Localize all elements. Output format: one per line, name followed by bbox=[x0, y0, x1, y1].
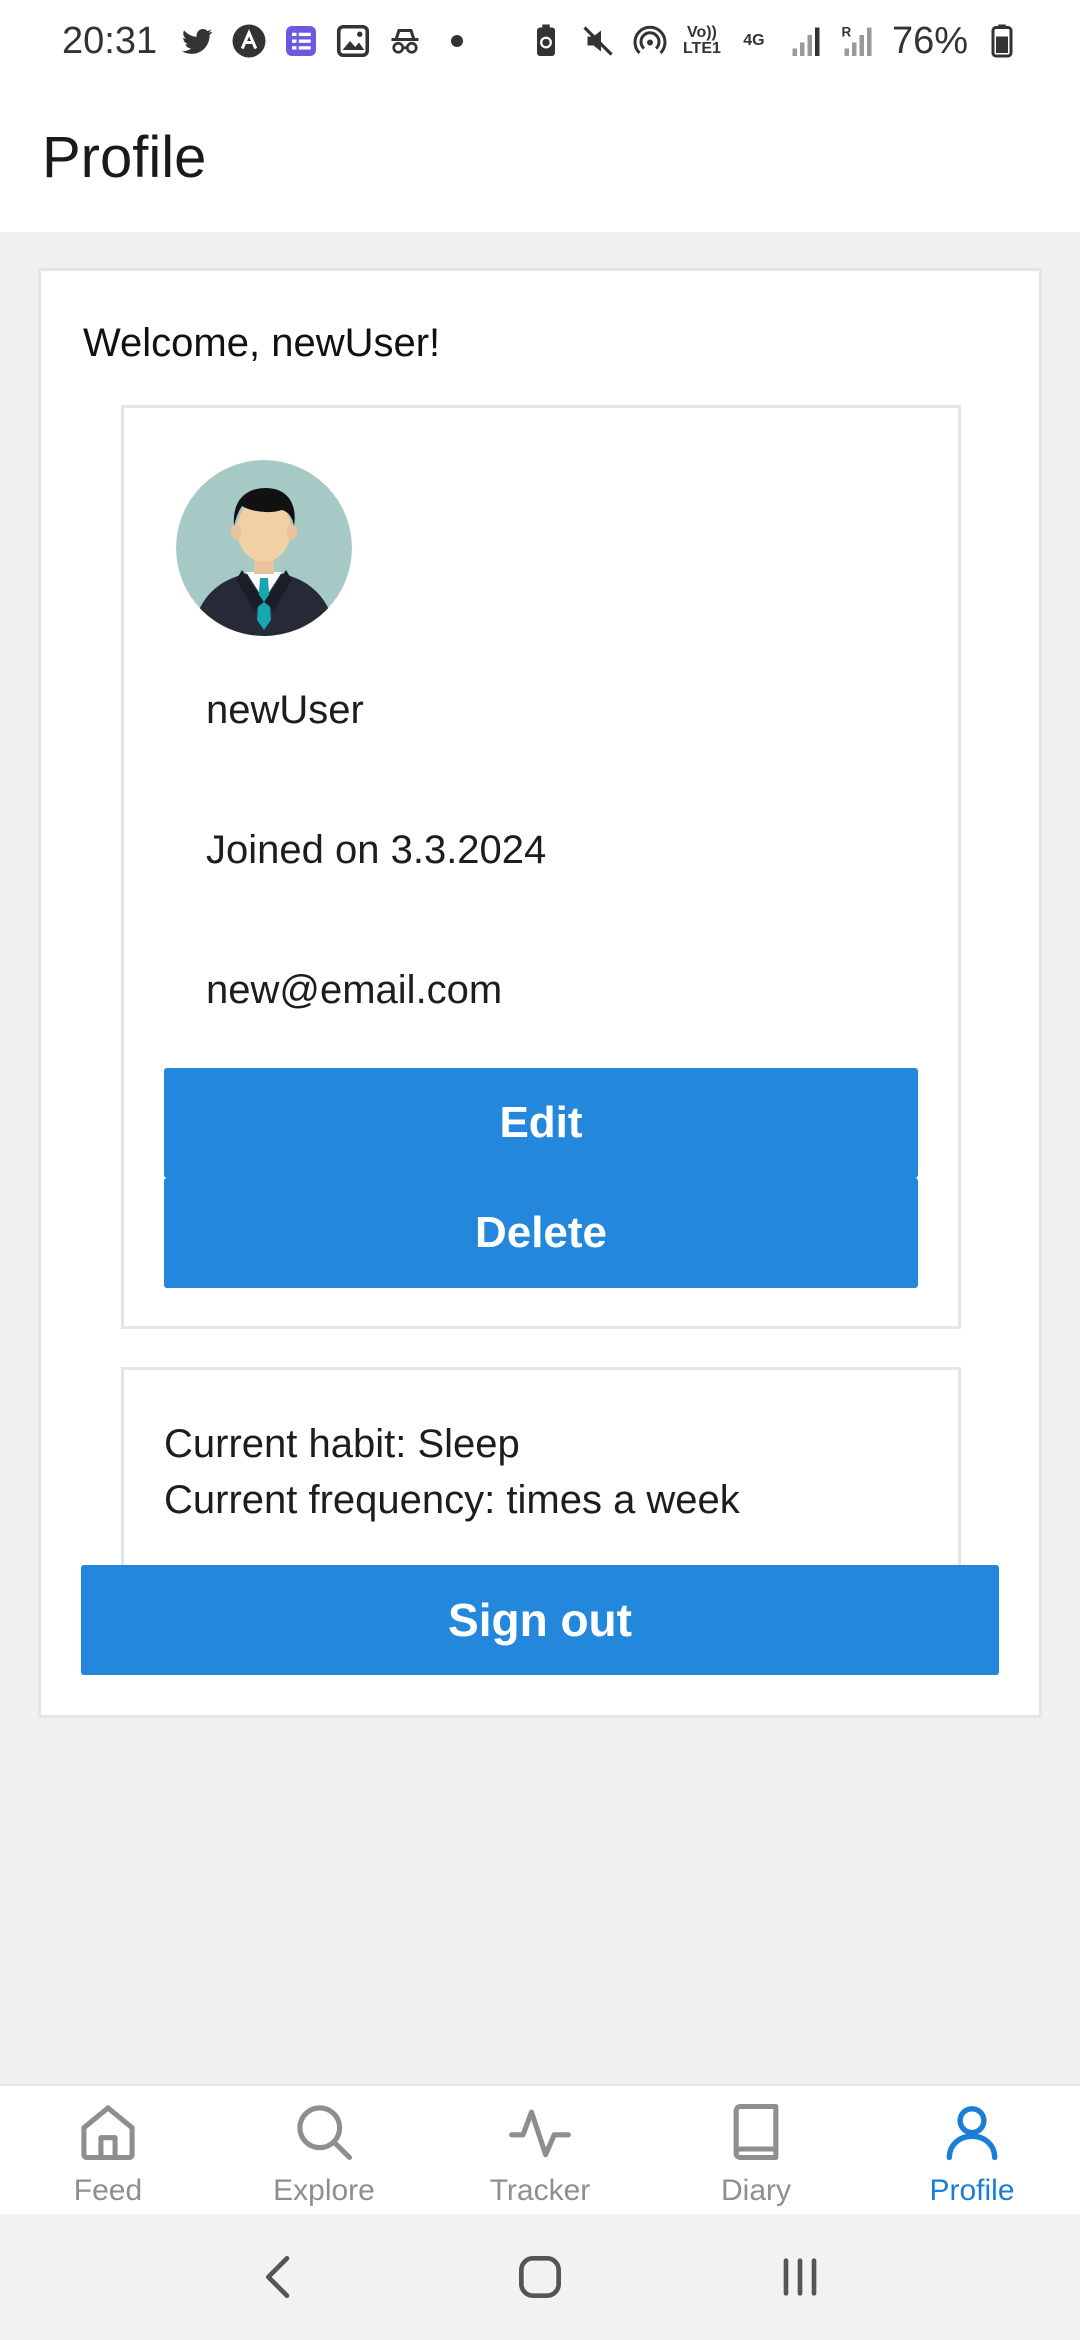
activity-icon bbox=[509, 2109, 571, 2158]
4g-icon: 4G bbox=[743, 32, 765, 49]
main-card: Welcome, newUser! newUser Joined on 3.3.… bbox=[38, 268, 1042, 1718]
battery-icon bbox=[984, 23, 1020, 59]
home-button[interactable] bbox=[500, 2237, 580, 2317]
recents-icon bbox=[783, 2258, 817, 2296]
tab-profile-label: Profile bbox=[929, 2174, 1015, 2207]
chevron-left-icon bbox=[266, 2256, 290, 2298]
battery-percentage: 76% bbox=[891, 19, 968, 62]
back-button[interactable] bbox=[240, 2237, 320, 2317]
twitter-icon bbox=[179, 23, 215, 59]
current-habit-text: Current habit: Sleep bbox=[164, 1422, 520, 1466]
bottom-tab-bar: Feed Explore Tracker Diary Profile bbox=[0, 2084, 1080, 2214]
tab-feed-label: Feed bbox=[73, 2174, 143, 2207]
home-icon bbox=[81, 2105, 135, 2161]
tab-feed[interactable]: Feed bbox=[0, 2086, 216, 2214]
tab-tracker[interactable]: Tracker bbox=[432, 2086, 648, 2214]
app-a-icon bbox=[231, 23, 267, 59]
system-nav-bar bbox=[0, 2214, 1080, 2340]
delete-button[interactable]: Delete bbox=[164, 1178, 918, 1288]
search-icon bbox=[297, 2105, 353, 2161]
tab-tracker-label: Tracker bbox=[489, 2174, 591, 2207]
book-icon bbox=[733, 2103, 779, 2161]
joined-date-text: Joined on 3.3.2024 bbox=[206, 828, 547, 872]
mute-icon bbox=[580, 23, 616, 59]
page-title: Profile bbox=[42, 124, 207, 190]
gallery-icon bbox=[335, 23, 371, 59]
volte-icon: Vo)) LTE1 bbox=[682, 24, 721, 57]
welcome-text: Welcome, newUser! bbox=[83, 321, 441, 365]
tasks-icon bbox=[283, 23, 319, 59]
sign-out-button[interactable]: Sign out bbox=[81, 1565, 999, 1675]
avatar bbox=[176, 460, 352, 636]
dot-icon bbox=[439, 23, 475, 59]
tab-diary[interactable]: Diary bbox=[648, 2086, 864, 2214]
home-square-icon bbox=[519, 2256, 561, 2298]
tab-profile[interactable]: Profile bbox=[864, 2086, 1080, 2214]
username-text: newUser bbox=[206, 688, 364, 732]
habit-card: Current habit: Sleep Current frequency: … bbox=[121, 1367, 961, 1567]
hotspot-icon bbox=[632, 23, 668, 59]
status-bar: 20:31 Vo)) LTE1 4G R 76% bbox=[0, 0, 1080, 82]
incognito-icon bbox=[387, 23, 423, 59]
status-left: 20:31 bbox=[62, 20, 475, 63]
tab-explore[interactable]: Explore bbox=[216, 2086, 432, 2214]
status-right: Vo)) LTE1 4G R 76% bbox=[528, 20, 1020, 63]
edit-button[interactable]: Edit bbox=[164, 1068, 918, 1178]
profile-card: newUser Joined on 3.3.2024 new@email.com… bbox=[121, 405, 961, 1329]
app-header: Profile bbox=[0, 82, 1080, 232]
battery-saver-icon bbox=[528, 23, 564, 59]
user-icon bbox=[946, 2106, 998, 2161]
status-time: 20:31 bbox=[62, 19, 158, 62]
recents-button[interactable] bbox=[760, 2237, 840, 2317]
svg-text:R: R bbox=[841, 25, 851, 40]
tab-explore-label: Explore bbox=[273, 2174, 375, 2207]
tab-diary-label: Diary bbox=[720, 2174, 791, 2207]
email-text: new@email.com bbox=[206, 968, 503, 1012]
current-frequency-text: Current frequency: times a week bbox=[164, 1478, 740, 1522]
signal-icon bbox=[788, 23, 824, 59]
roaming-signal-icon: R bbox=[840, 23, 876, 59]
